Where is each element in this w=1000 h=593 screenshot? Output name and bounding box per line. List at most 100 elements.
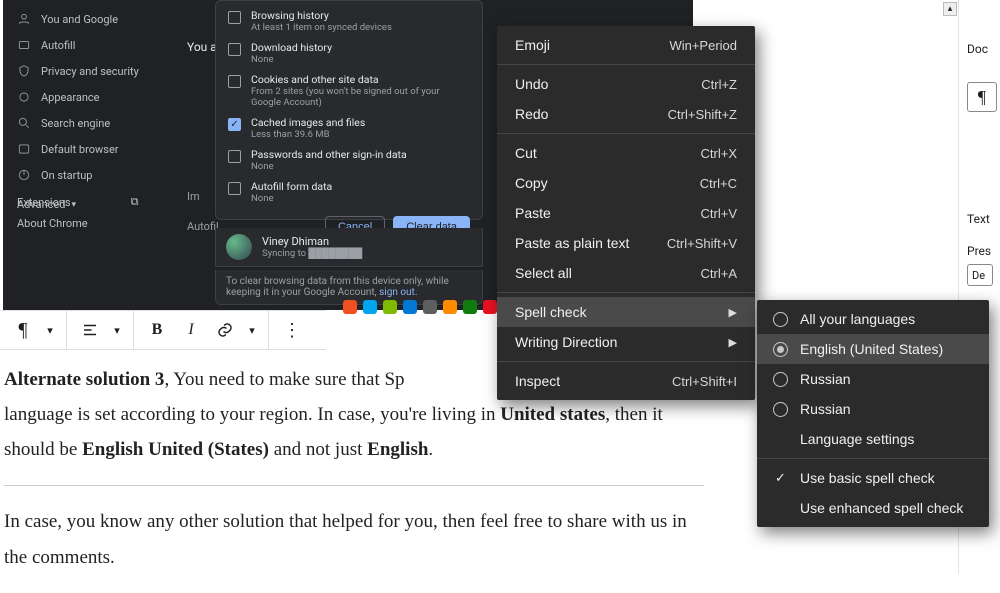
sidebar-item-startup[interactable]: On startup <box>3 162 163 188</box>
paragraph-indicator[interactable]: ¶ <box>967 82 997 112</box>
ctx-paste-plain[interactable]: Paste as plain textCtrl+Shift+V <box>497 228 755 258</box>
italic-button[interactable]: I <box>174 313 208 347</box>
cbd-row-autofill[interactable]: Autofill form dataNone <box>216 176 482 208</box>
radio-icon <box>773 372 788 387</box>
ctx-select-all[interactable]: Select allCtrl+A <box>497 258 755 288</box>
chrome-settings-sidebar: You and Google Autofill Privacy and secu… <box>3 0 163 260</box>
cbd-row-cookies[interactable]: Cookies and other site dataFrom 2 sites … <box>216 69 482 112</box>
checkbox[interactable] <box>228 11 241 24</box>
article-paragraph-2: In case, you know any other solution tha… <box>4 504 704 574</box>
appearance-icon <box>17 90 31 104</box>
use-basic-spellcheck[interactable]: ✓Use basic spell check <box>757 463 989 493</box>
spell-lang-russian-1[interactable]: Russian <box>757 364 989 394</box>
spell-lang-russian-2[interactable]: Russian <box>757 394 989 424</box>
cbd-row-cached[interactable]: Cached images and filesLess than 39.6 MB <box>216 112 482 144</box>
submenu-label: Russian <box>800 401 851 417</box>
cbd-row-passwords[interactable]: Passwords and other sign-in dataNone <box>216 144 482 176</box>
ctx-cut[interactable]: CutCtrl+X <box>497 138 755 168</box>
bg-text-autofil: Autofil <box>187 220 219 233</box>
submenu-label: Russian <box>800 371 851 387</box>
checkbox[interactable] <box>228 150 241 163</box>
row-title: Download history <box>251 41 332 54</box>
paragraph-dropdown[interactable]: ▾ <box>40 313 60 347</box>
scroll-up-arrow[interactable]: ▴ <box>943 2 957 16</box>
sidebar-item-appearance[interactable]: Appearance <box>3 84 163 110</box>
text-label: Text <box>967 212 990 226</box>
row-title: Autofill form data <box>251 180 332 193</box>
sidebar-item-search[interactable]: Search engine <box>3 110 163 136</box>
language-settings[interactable]: Language settings <box>757 424 989 454</box>
submenu-label: All your languages <box>800 311 915 327</box>
sidebar-item-autofill[interactable]: Autofill <box>3 32 163 58</box>
preset-dropdown[interactable]: De <box>967 264 993 286</box>
ctx-separator <box>497 361 755 362</box>
more-options-button[interactable]: ⋮ <box>275 313 309 347</box>
submenu-label: Use enhanced spell check <box>800 500 963 516</box>
paragraph-button[interactable]: ¶ <box>6 313 40 347</box>
sidebar-item-privacy[interactable]: Privacy and security <box>3 58 163 84</box>
ctx-emoji[interactable]: EmojiWin+Period <box>497 30 755 60</box>
taskbar-icons <box>343 300 517 314</box>
sign-out-link[interactable]: sign out <box>379 287 415 298</box>
taskbar-icon <box>443 300 457 314</box>
spell-lang-all[interactable]: All your languages <box>757 304 989 334</box>
user-sync: Syncing to ████████ <box>262 248 362 259</box>
clear-browsing-data-dialog: Browsing historyAt least 1 item on synce… <box>215 0 483 220</box>
submenu-arrow-icon: ▶ <box>729 336 737 349</box>
context-menu: EmojiWin+Period UndoCtrl+Z RedoCtrl+Shif… <box>497 26 755 400</box>
you-and-label: You a <box>187 40 217 54</box>
sidebar-item-default-browser[interactable]: Default browser <box>3 136 163 162</box>
ctx-paste[interactable]: PasteCtrl+V <box>497 198 755 228</box>
sidebar-extensions[interactable]: Extensions ⧉ <box>17 195 138 209</box>
article-divider <box>4 485 704 486</box>
align-button[interactable] <box>73 313 107 347</box>
sidebar-label: Autofill <box>41 39 75 52</box>
link-button[interactable] <box>208 313 242 347</box>
ctx-spell-check[interactable]: Spell check▶ <box>497 297 755 327</box>
sidebar-about-chrome[interactable]: About Chrome <box>17 217 138 230</box>
submenu-label: Language settings <box>800 431 914 447</box>
row-sub: Less than 39.6 MB <box>251 129 365 140</box>
ctx-inspect[interactable]: InspectCtrl+Shift+I <box>497 366 755 396</box>
checkbox-checked[interactable] <box>228 118 241 131</box>
checkbox[interactable] <box>228 43 241 56</box>
ctx-undo[interactable]: UndoCtrl+Z <box>497 69 755 99</box>
submenu-label: Use basic spell check <box>800 470 935 486</box>
bg-text-im: Im <box>187 190 200 203</box>
taskbar-icon <box>383 300 397 314</box>
checkbox[interactable] <box>228 75 241 88</box>
checkbox[interactable] <box>228 182 241 195</box>
sync-user-row[interactable]: Viney Dhiman Syncing to ████████ <box>215 228 483 267</box>
editor-toolbar: ¶ ▾ ▾ B I ▾ ⋮ <box>0 310 326 350</box>
sidebar-label: Search engine <box>41 117 110 130</box>
align-dropdown[interactable]: ▾ <box>107 313 127 347</box>
use-enhanced-spellcheck[interactable]: Use enhanced spell check <box>757 493 989 523</box>
row-sub: None <box>251 54 332 65</box>
submenu-label: English (United States) <box>800 341 943 357</box>
spell-lang-en-us[interactable]: English (United States) <box>757 334 989 364</box>
ctx-separator <box>497 64 755 65</box>
avatar <box>226 234 252 260</box>
extensions-label: Extensions <box>17 196 71 209</box>
sidebar-label: You and Google <box>41 13 118 26</box>
autofill-icon <box>17 38 31 52</box>
ctx-separator <box>497 133 755 134</box>
ctx-redo[interactable]: RedoCtrl+Shift+Z <box>497 99 755 129</box>
radio-icon <box>773 402 788 417</box>
bold-button[interactable]: B <box>140 313 174 347</box>
ctx-writing-direction[interactable]: Writing Direction▶ <box>497 327 755 357</box>
cbd-row-download-history[interactable]: Download historyNone <box>216 37 482 69</box>
row-title: Passwords and other sign-in data <box>251 148 407 161</box>
sidebar-item-you-and-google[interactable]: You and Google <box>3 6 163 32</box>
about-label: About Chrome <box>17 217 88 230</box>
ctx-copy[interactable]: CopyCtrl+C <box>497 168 755 198</box>
external-link-icon: ⧉ <box>131 195 139 209</box>
row-sub: None <box>251 193 332 204</box>
user-name: Viney Dhiman <box>262 235 362 248</box>
ctx-separator <box>757 458 989 459</box>
row-title: Cookies and other site data <box>251 73 470 86</box>
sidebar-label: Privacy and security <box>41 65 139 78</box>
more-formatting-dropdown[interactable]: ▾ <box>242 313 262 347</box>
row-sub: At least 1 item on synced devices <box>251 22 392 33</box>
cbd-row-browsing-history[interactable]: Browsing historyAt least 1 item on synce… <box>216 5 482 37</box>
